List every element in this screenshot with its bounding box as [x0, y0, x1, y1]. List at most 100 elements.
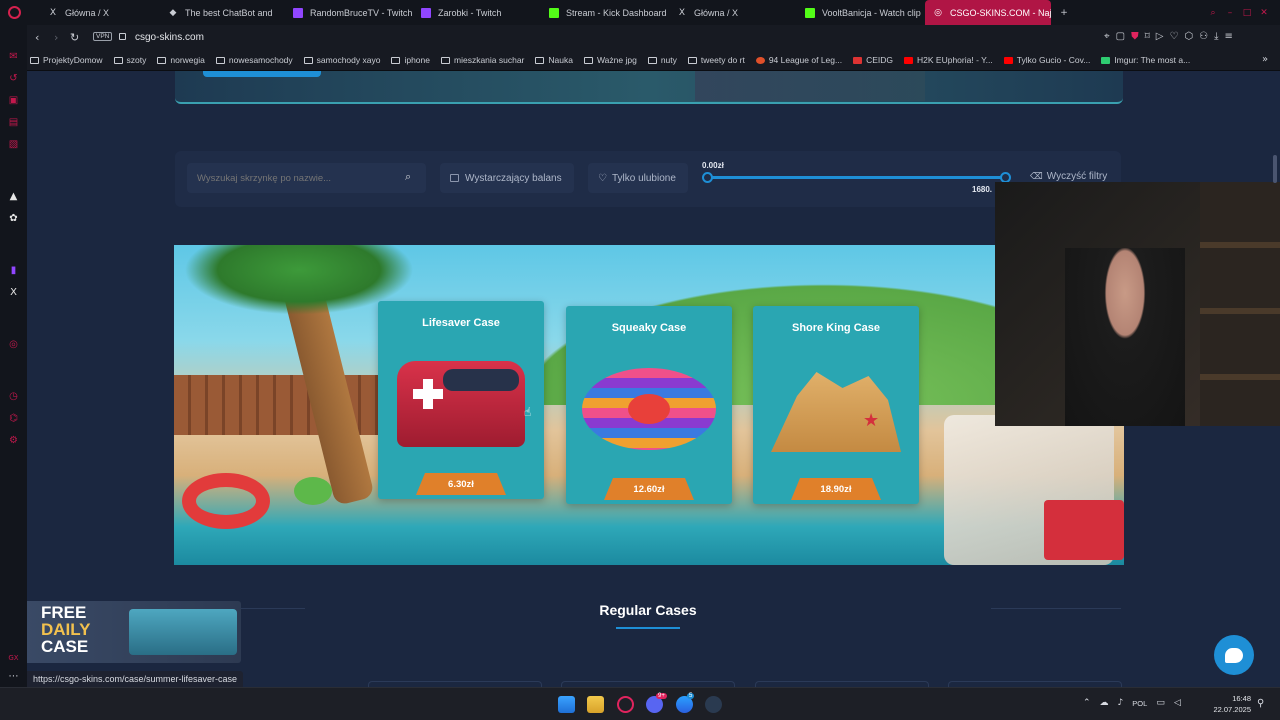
- tab-item[interactable]: X Główna / X: [40, 0, 160, 25]
- case-price-button[interactable]: 18.90zł: [791, 478, 881, 500]
- heart-icon[interactable]: ♡: [1169, 31, 1178, 42]
- twitch-icon[interactable]: ▮: [7, 264, 20, 277]
- messenger-badge: 5: [687, 693, 695, 699]
- price-range-slider[interactable]: [702, 172, 1011, 183]
- gx-icon[interactable]: GX: [7, 651, 20, 664]
- tab-item[interactable]: ◆ The best ChatBot and: [160, 0, 285, 25]
- download-icon[interactable]: ⤓: [1214, 31, 1218, 42]
- case-price-button[interactable]: 6.30zł: [416, 473, 506, 495]
- pin-icon[interactable]: ⌖: [1104, 31, 1110, 42]
- search-icon[interactable]: ⌕: [405, 170, 411, 184]
- minimize-icon[interactable]: –: [1225, 8, 1235, 18]
- shield-icon[interactable]: ⛊: [1131, 31, 1139, 42]
- notification-bell-icon[interactable]: ⚲: [1257, 698, 1264, 709]
- new-tab-button[interactable]: +: [1051, 0, 1075, 25]
- forward-icon[interactable]: ›: [54, 31, 58, 44]
- price-max-label: 1680.: [972, 185, 993, 194]
- cloud-icon[interactable]: ☁: [1100, 698, 1109, 708]
- tab-item[interactable]: X Główna / X: [669, 0, 797, 25]
- extensions-icon[interactable]: ⬡: [1184, 31, 1193, 42]
- enough-balance-filter[interactable]: Wystarczający balans: [440, 163, 574, 193]
- bookmark-icon[interactable]: ⌑: [1145, 31, 1150, 42]
- windows-start-icon[interactable]: [558, 696, 575, 713]
- bookmark-item[interactable]: Nauka: [535, 55, 573, 65]
- network-icon[interactable]: ▭: [1156, 698, 1165, 708]
- bookmark-item[interactable]: H2K EUphoria! - Y...: [904, 55, 993, 65]
- more-icon[interactable]: ⋯: [7, 670, 20, 683]
- bookmark-item[interactable]: 94 League of Leg...: [755, 55, 842, 65]
- case-card[interactable]: Lifesaver Case 6.30zł: [378, 301, 544, 499]
- slider-handle-min[interactable]: [702, 172, 713, 183]
- free-daily-case-promo[interactable]: FREE DAILY CASE: [27, 601, 241, 663]
- player-icon[interactable]: ◎: [7, 338, 20, 351]
- tab-title: Główna / X: [65, 7, 110, 18]
- chatgpt-icon[interactable]: ✿: [7, 212, 20, 225]
- bookmark-item[interactable]: Ważne jpg: [583, 55, 637, 65]
- bookmark-item[interactable]: szoty: [113, 55, 146, 65]
- address-bar-url[interactable]: csgo-skins.com: [135, 32, 204, 43]
- bookmark-item[interactable]: nuty: [647, 55, 677, 65]
- ai-icon[interactable]: ▲: [7, 190, 20, 203]
- bookmark-item[interactable]: Tylko Gucio - Cov...: [1003, 55, 1090, 65]
- bookmarks-more-icon[interactable]: »: [1262, 54, 1268, 65]
- search-box[interactable]: ⌕: [187, 163, 426, 193]
- pinboard-icon[interactable]: ⌬: [7, 412, 20, 425]
- media-icon[interactable]: ▧: [7, 138, 20, 151]
- tab-item[interactable]: RandomBruceTV - Twitch: [285, 0, 413, 25]
- bookmark-label: norwegia: [170, 55, 205, 65]
- shore-king-case-image: ★: [771, 372, 901, 452]
- tab-item-active[interactable]: ◎ CSGO-SKINS.COM - Naj: [925, 0, 1051, 25]
- scrollbar-thumb[interactable]: [1273, 155, 1277, 183]
- profile-icon[interactable]: ⚇: [1199, 31, 1208, 42]
- news-icon[interactable]: ▤: [7, 116, 20, 129]
- search-icon[interactable]: ⌕: [1208, 8, 1218, 18]
- menu-icon[interactable]: ≡: [1225, 31, 1233, 42]
- bookmark-item[interactable]: CEIDG: [853, 55, 893, 65]
- bookmark-item[interactable]: samochody xayo: [303, 55, 380, 65]
- file-explorer-icon[interactable]: [587, 696, 604, 713]
- opera-logo-icon: [8, 6, 21, 19]
- reload-icon[interactable]: ↻: [70, 31, 79, 44]
- search-input[interactable]: [197, 170, 397, 186]
- chevron-up-icon[interactable]: ⌃: [1083, 698, 1091, 708]
- opera-menu-button[interactable]: [0, 0, 40, 25]
- volume-icon[interactable]: ◁: [1174, 698, 1181, 708]
- bookmark-item[interactable]: tweety do rt: [687, 55, 745, 65]
- bookmark-item[interactable]: ProjektyDomow: [30, 55, 103, 65]
- clock-icon[interactable]: ◷: [7, 390, 20, 403]
- bookmark-item[interactable]: norwegia: [157, 55, 205, 65]
- close-icon[interactable]: ✕: [1259, 8, 1269, 18]
- case-card[interactable]: Shore King Case ★ 18.90zł: [753, 306, 919, 504]
- tab-item[interactable]: Zarobki - Twitch: [413, 0, 541, 25]
- vpn-badge[interactable]: VPN: [93, 32, 113, 41]
- opera-gx-icon[interactable]: [617, 696, 634, 713]
- banner-button[interactable]: [203, 71, 321, 77]
- case-price-button[interactable]: 12.60zł: [604, 478, 694, 500]
- webpage-viewport: ⌕ Wystarczający balans ♡ Tylko ulubione …: [27, 71, 1280, 687]
- history-icon[interactable]: ↺: [7, 72, 20, 85]
- favorites-filter[interactable]: ♡ Tylko ulubione: [588, 163, 688, 193]
- settings-icon[interactable]: ⚙: [7, 434, 20, 447]
- case-price: 12.60zł: [633, 483, 665, 495]
- tab-item[interactable]: VooltBanicja - Watch clip: [797, 0, 925, 25]
- clear-filters-button[interactable]: ⌫ Wyczyść filtry: [1030, 171, 1107, 182]
- x-icon[interactable]: X: [7, 286, 20, 299]
- wallet-icon[interactable]: ▣: [7, 94, 20, 107]
- steam-icon[interactable]: [705, 696, 722, 713]
- microphone-icon[interactable]: ♪: [1118, 698, 1124, 708]
- bookmark-item[interactable]: iphone: [391, 55, 430, 65]
- bookmark-item[interactable]: mieszkania suchar: [441, 55, 524, 65]
- bookmark-item[interactable]: Imgur: The most a...: [1101, 55, 1190, 65]
- language-indicator[interactable]: POL: [1132, 699, 1147, 708]
- tab-item[interactable]: Stream - Kick Dashboard: [541, 0, 669, 25]
- chat-support-button[interactable]: [1214, 635, 1254, 675]
- snapshot-icon[interactable]: ▢: [1116, 31, 1125, 42]
- play-icon[interactable]: ▷: [1156, 31, 1164, 42]
- back-icon[interactable]: ‹: [35, 31, 39, 44]
- messenger-icon[interactable]: ✉: [7, 50, 20, 63]
- maximize-icon[interactable]: □: [1242, 8, 1252, 18]
- bookmark-item[interactable]: nowesamochody: [215, 55, 293, 65]
- kick-icon: [805, 7, 815, 18]
- clock[interactable]: 16:48 22.07.2025: [1210, 693, 1251, 715]
- case-card[interactable]: Squeaky Case 12.60zł: [566, 306, 732, 504]
